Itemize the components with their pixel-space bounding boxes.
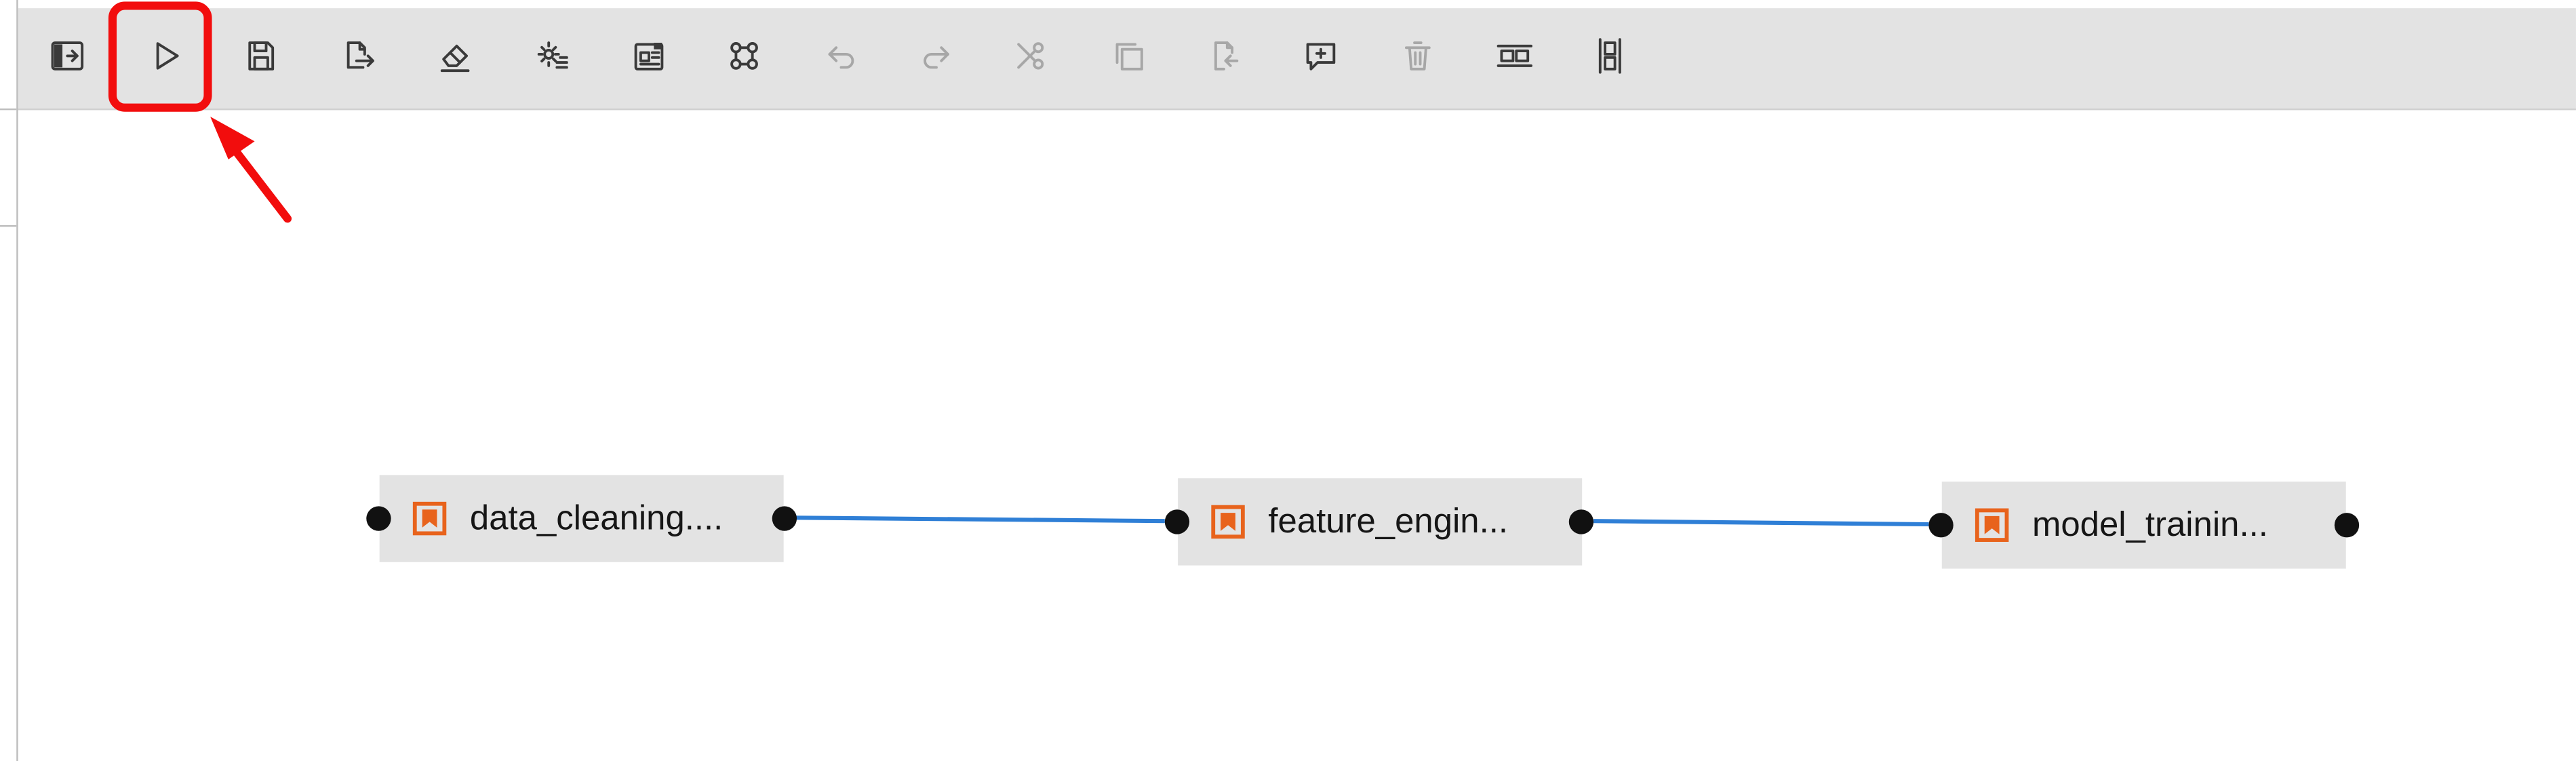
node-input-port[interactable]	[366, 506, 391, 531]
canvas-area: data_cleaning.... feature_engin... model…	[0, 0, 2576, 761]
pipeline-node[interactable]: feature_engin...	[1178, 478, 1583, 566]
node-input-port[interactable]	[1928, 513, 1954, 538]
node-label: feature_engin...	[1268, 502, 1509, 541]
node-output-port[interactable]	[772, 506, 797, 531]
node-input-port[interactable]	[1164, 509, 1190, 534]
pipeline-node[interactable]: data_cleaning....	[379, 475, 784, 562]
link-2-3[interactable]	[1593, 519, 1929, 527]
link-1-2[interactable]	[795, 515, 1165, 524]
notebook-icon	[1211, 505, 1246, 539]
notebook-icon	[1975, 508, 2009, 543]
pipeline-node[interactable]: model_trainin...	[1941, 482, 2346, 569]
pipeline-links	[795, 515, 1929, 527]
node-output-port[interactable]	[2334, 513, 2360, 538]
node-label: data_cleaning....	[469, 499, 724, 537]
notebook-icon	[412, 501, 447, 536]
node-label: model_trainin...	[2032, 505, 2268, 543]
node-output-port[interactable]	[1568, 509, 1594, 534]
